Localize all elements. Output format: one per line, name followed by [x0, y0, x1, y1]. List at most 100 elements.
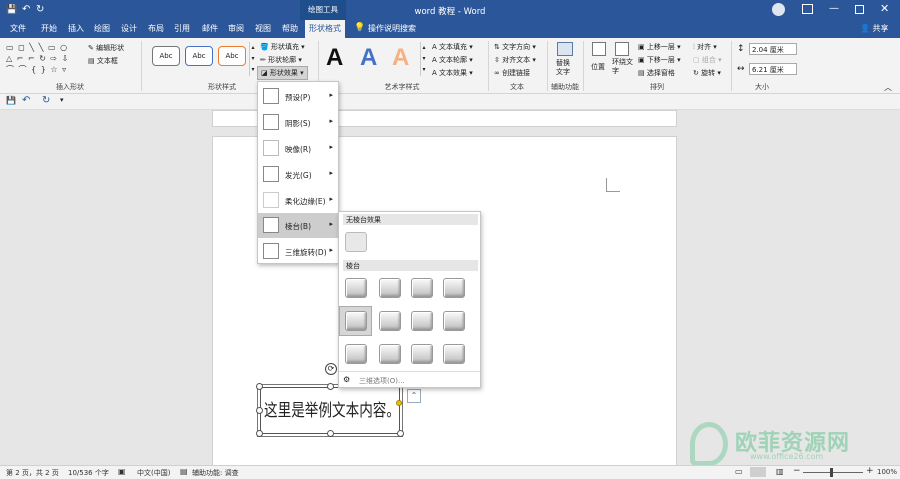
- tab-insert[interactable]: 插入: [68, 23, 84, 34]
- wordart-style-3[interactable]: A: [392, 44, 409, 72]
- align-button[interactable]: ⫶ 对齐 ▾: [693, 42, 717, 52]
- zoom-in-icon[interactable]: +: [866, 466, 874, 476]
- customize-qat-icon[interactable]: ▾: [60, 96, 64, 104]
- wordart-gallery-scroll[interactable]: ▴ ▾ ▾: [420, 42, 427, 76]
- focus-icon[interactable]: ▭: [735, 467, 743, 476]
- resize-handle[interactable]: [256, 430, 263, 437]
- height-field[interactable]: 2.04 厘米: [749, 43, 797, 55]
- bevel-option[interactable]: [345, 278, 367, 298]
- menu-item-glow[interactable]: 发光(G) ▸: [258, 162, 338, 187]
- no-bevel-option[interactable]: [345, 232, 367, 252]
- wordart-style-1[interactable]: A: [326, 44, 343, 72]
- bevel-option[interactable]: [411, 344, 433, 364]
- text-effects-button[interactable]: A 文本效果 ▾: [432, 68, 473, 78]
- minimize-icon[interactable]: —: [829, 3, 839, 14]
- bevel-option[interactable]: [379, 278, 401, 298]
- send-backward-button[interactable]: ▣ 下移一层 ▾: [638, 55, 681, 65]
- tab-file[interactable]: 文件: [10, 23, 26, 34]
- gallery-scroll[interactable]: ▴ ▾ ▾: [249, 42, 256, 76]
- rotate-handle-icon[interactable]: ⟳: [325, 363, 337, 375]
- text-outline-button[interactable]: A 文本轮廓 ▾: [432, 55, 473, 65]
- bevel-option[interactable]: [443, 311, 465, 331]
- shape-fill-button[interactable]: 🪣 形状填充 ▾: [260, 42, 305, 52]
- wrap-text-button[interactable]: 环绕文 字: [612, 58, 633, 76]
- redo-icon[interactable]: ↻: [42, 95, 50, 106]
- save-icon[interactable]: 💾: [6, 96, 16, 105]
- selection-pane-button[interactable]: ▤ 选择窗格: [638, 68, 675, 78]
- text-box-button[interactable]: ▤ 文本框: [88, 56, 118, 66]
- text-box-shape[interactable]: 这里是举例文本内容。: [260, 387, 400, 434]
- print-layout-icon[interactable]: [750, 467, 766, 477]
- bevel-option[interactable]: [345, 344, 367, 364]
- undo-icon[interactable]: ↶: [22, 95, 30, 106]
- zoom-slider[interactable]: [803, 472, 863, 473]
- text-direction-button[interactable]: ⇅ 文字方向 ▾: [494, 42, 536, 52]
- menu-item-soft-edges[interactable]: 柔化边缘(E) ▸: [258, 188, 338, 213]
- bevel-option[interactable]: [411, 311, 433, 331]
- layout-options-icon[interactable]: ⌃: [407, 389, 421, 403]
- resize-handle[interactable]: [327, 383, 334, 390]
- maximize-icon[interactable]: [855, 5, 864, 14]
- edit-shape-button[interactable]: ✎ 编辑形状: [88, 43, 124, 53]
- tab-mailings[interactable]: 邮件: [202, 23, 218, 34]
- save-icon[interactable]: 💾: [6, 5, 17, 15]
- undo-icon[interactable]: ↶: [22, 4, 30, 15]
- share-button[interactable]: 👤 共享: [860, 23, 889, 34]
- tab-design[interactable]: 设计: [121, 23, 137, 34]
- zoom-out-icon[interactable]: −: [793, 466, 801, 476]
- bring-forward-button[interactable]: ▣ 上移一层 ▾: [638, 42, 681, 52]
- text-box-content[interactable]: 这里是举例文本内容。: [264, 396, 400, 421]
- accessibility-status[interactable]: 辅助功能: 调查: [192, 468, 239, 478]
- tab-layout[interactable]: 布局: [148, 23, 164, 34]
- menu-item-reflection[interactable]: 映像(R) ▸: [258, 136, 338, 161]
- group-button[interactable]: ▢ 组合 ▾: [693, 55, 722, 65]
- close-icon[interactable]: ✕: [880, 2, 889, 15]
- position-icon[interactable]: [592, 42, 606, 56]
- page-count[interactable]: 第 2 页，共 2 页: [6, 468, 59, 478]
- adjust-handle[interactable]: [396, 400, 402, 406]
- alt-text-button[interactable]: 替换 文字: [556, 59, 570, 77]
- tab-help[interactable]: 帮助: [282, 23, 298, 34]
- tab-home[interactable]: 开始: [41, 23, 57, 34]
- tell-me-search[interactable]: 操作说明搜索: [368, 23, 416, 34]
- proofing-icon[interactable]: ▣: [118, 467, 126, 476]
- zoom-level[interactable]: 100%: [877, 468, 897, 476]
- shape-outline-button[interactable]: ✏ 形状轮廓 ▾: [260, 55, 302, 65]
- shape-effects-button[interactable]: ◪ 形状效果 ▾: [257, 66, 308, 80]
- redo-icon[interactable]: ↻: [36, 4, 44, 15]
- resize-handle[interactable]: [256, 407, 263, 414]
- avatar[interactable]: [772, 3, 785, 16]
- tab-draw[interactable]: 绘图: [94, 23, 110, 34]
- resize-handle[interactable]: [327, 430, 334, 437]
- alt-text-icon[interactable]: [557, 42, 573, 56]
- language[interactable]: 中文(中国): [137, 468, 170, 478]
- menu-item-bevel[interactable]: 棱台(B) ▸: [258, 213, 338, 238]
- bevel-option[interactable]: [379, 344, 401, 364]
- web-layout-icon[interactable]: ▥: [776, 467, 784, 476]
- menu-item-3d-rotation[interactable]: 三维旋转(D) ▸: [258, 239, 338, 264]
- width-field[interactable]: 6.21 厘米: [749, 63, 797, 75]
- tab-review[interactable]: 审阅: [228, 23, 244, 34]
- align-text-button[interactable]: ⇳ 对齐文本 ▾: [494, 55, 536, 65]
- bevel-option[interactable]: [443, 344, 465, 364]
- tab-references[interactable]: 引用: [174, 23, 190, 34]
- resize-handle[interactable]: [397, 430, 404, 437]
- wrap-text-icon[interactable]: [615, 42, 629, 56]
- ribbon-display-icon[interactable]: [802, 4, 813, 14]
- bevel-option[interactable]: [443, 278, 465, 298]
- 3d-options-link[interactable]: 三维选项(O)...: [359, 376, 405, 386]
- bevel-option[interactable]: [379, 311, 401, 331]
- menu-item-preset[interactable]: 预设(P) ▸: [258, 84, 338, 109]
- bevel-option[interactable]: [345, 311, 367, 331]
- tab-shape-format[interactable]: 形状格式: [305, 20, 345, 38]
- tab-view[interactable]: 视图: [255, 23, 271, 34]
- shapes-gallery[interactable]: ▭ ◻ ╲ ╲ ▭ ○ △ ⌐ ⌐ ↻ ⇨ ⇩ ⌒ ⌒ { } ☆ ▿: [6, 42, 82, 78]
- wordart-style-2[interactable]: A: [360, 44, 377, 72]
- shape-style-3[interactable]: Abc: [218, 46, 246, 66]
- resize-handle[interactable]: [256, 383, 263, 390]
- word-count[interactable]: 10/536 个字: [68, 468, 109, 478]
- rotate-button[interactable]: ↻ 旋转 ▾: [693, 68, 721, 78]
- zoom-slider-thumb[interactable]: [830, 468, 833, 477]
- macro-icon[interactable]: ▤: [180, 467, 188, 476]
- text-fill-button[interactable]: A 文本填充 ▾: [432, 42, 473, 52]
